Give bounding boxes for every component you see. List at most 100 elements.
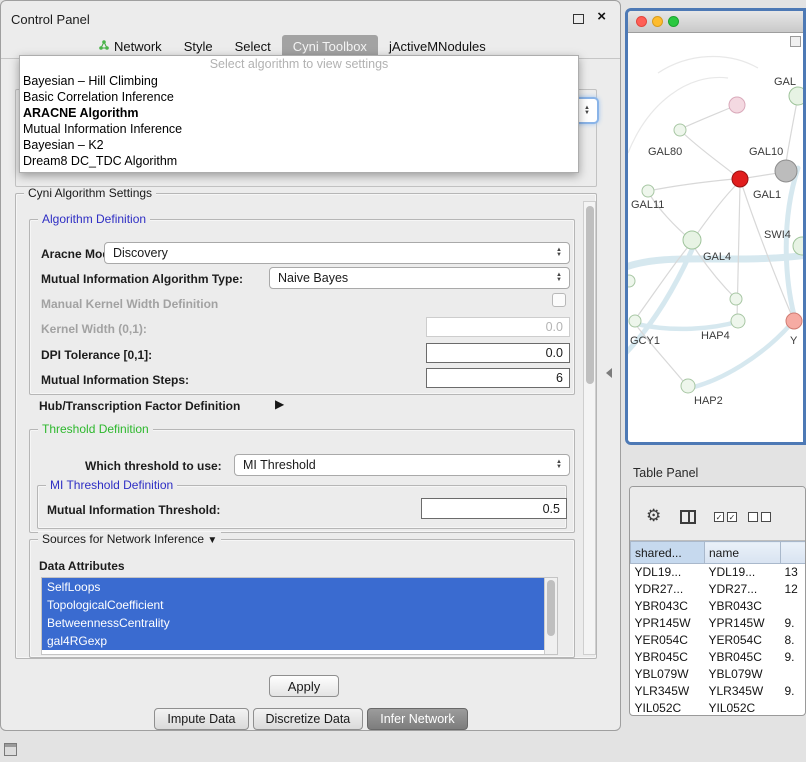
attribute-list-item[interactable]: gal4RGexp xyxy=(42,632,544,650)
aracne-mode-combo[interactable]: Discovery ▲▼ xyxy=(104,242,570,264)
table-cell: YIL052C xyxy=(631,700,705,717)
network-node[interactable] xyxy=(789,87,803,105)
attribute-list-item[interactable]: TopologicalCoefficient xyxy=(42,596,544,614)
table-cell: 9. xyxy=(781,649,806,666)
table-row[interactable]: YIL052CYIL052C xyxy=(631,700,806,717)
table-cell: YDR27... xyxy=(705,581,781,598)
table-body: YDL19...YDL19...13YDR27...YDR27...12YBR0… xyxy=(631,564,806,717)
table-cell: 9. xyxy=(781,683,806,700)
close-icon[interactable]: × xyxy=(597,9,606,25)
network-node[interactable] xyxy=(731,314,745,328)
tab-infer-network[interactable]: Infer Network xyxy=(367,708,467,730)
zoom-traffic-light[interactable] xyxy=(668,16,679,27)
algorithm-popup-item[interactable]: ARACNE Algorithm xyxy=(20,105,578,121)
data-attributes-list[interactable]: SelfLoopsTopologicalCoefficientBetweenne… xyxy=(41,577,558,655)
hub-expand-arrow-icon[interactable]: ▶ xyxy=(275,397,284,411)
splitter-collapse-arrow[interactable] xyxy=(606,368,612,378)
table-cell: YLR345W xyxy=(631,683,705,700)
bottom-tab-bar: Impute Data Discretize Data Infer Networ… xyxy=(1,708,621,730)
network-node[interactable] xyxy=(628,275,635,287)
apply-button[interactable]: Apply xyxy=(269,675,339,697)
network-node[interactable] xyxy=(683,231,701,249)
algorithm-popup-item[interactable]: Basic Correlation Inference xyxy=(20,89,578,105)
table-row[interactable]: YBL079WYBL079W xyxy=(631,666,806,683)
dpi-tolerance-field[interactable]: 0.0 xyxy=(426,343,570,363)
table-row[interactable]: YBR043CYBR043C xyxy=(631,598,806,615)
network-node[interactable] xyxy=(729,97,745,113)
network-node[interactable] xyxy=(681,379,695,393)
table-cell: YER054C xyxy=(705,632,781,649)
window-title: Control Panel xyxy=(11,12,90,27)
network-node[interactable] xyxy=(732,171,748,187)
network-canvas[interactable]: GALGAL80GAL10GAL11GAL1SWI4GAL4GCY1HAP4YH… xyxy=(628,33,803,442)
close-traffic-light[interactable] xyxy=(636,16,647,27)
tab-impute-data[interactable]: Impute Data xyxy=(154,708,248,730)
mi-steps-label: Mutual Information Steps: xyxy=(41,373,189,387)
column-header-shared-name[interactable]: shared... xyxy=(631,542,705,564)
float-window-icon[interactable] xyxy=(573,14,584,24)
network-node[interactable] xyxy=(642,185,654,197)
table-cell: YDL19... xyxy=(631,564,705,581)
network-node[interactable] xyxy=(793,237,803,255)
table-panel-toolbar: ⚙ ✓✓ xyxy=(630,487,805,541)
network-node-label: GAL11 xyxy=(631,199,664,211)
algorithm-popup-item[interactable]: Dream8 DC_TDC Algorithm xyxy=(20,153,578,169)
table-cell: YBL079W xyxy=(631,666,705,683)
attributes-list-scrollbar-thumb[interactable] xyxy=(547,580,555,636)
column-selector-icon[interactable] xyxy=(680,510,696,524)
algorithm-popup-item[interactable]: Mutual Information Inference xyxy=(20,121,578,137)
network-node-label: GAL xyxy=(774,76,796,88)
network-node[interactable] xyxy=(730,293,742,305)
table-row[interactable]: YER054CYER054C8. xyxy=(631,632,806,649)
attribute-list-item[interactable]: BetweennessCentrality xyxy=(42,614,544,632)
tab-label: Network xyxy=(114,39,162,54)
attribute-list-item[interactable]: SelfLoops xyxy=(42,578,544,596)
attributes-list-scrollbar[interactable] xyxy=(544,578,557,654)
network-window-titlebar[interactable] xyxy=(628,11,803,33)
canvas-corner-widget[interactable] xyxy=(790,36,801,47)
network-node-label: GAL1 xyxy=(753,189,781,201)
group-title: Threshold Definition xyxy=(38,422,153,436)
select-all-rows-icon[interactable]: ✓✓ xyxy=(714,512,737,522)
data-attributes-label: Data Attributes xyxy=(39,559,125,573)
table-cell: YBR043C xyxy=(631,598,705,615)
network-node-label: GCY1 xyxy=(630,335,660,347)
minimize-traffic-light[interactable] xyxy=(652,16,663,27)
which-threshold-combo[interactable]: MI Threshold ▲▼ xyxy=(234,454,570,476)
kernel-width-field[interactable]: 0.0 xyxy=(426,317,570,337)
table-cell xyxy=(781,666,806,683)
network-node[interactable] xyxy=(786,313,802,329)
sources-collapse-arrow-icon[interactable]: ▼ xyxy=(207,535,217,546)
column-header-extra[interactable] xyxy=(781,542,806,564)
group-title: Cyni Algorithm Settings xyxy=(24,186,156,200)
column-header-name[interactable]: name xyxy=(705,542,781,564)
algorithm-popup-item[interactable]: Bayesian – Hill Climbing xyxy=(20,73,578,89)
algorithm-popup-item[interactable]: Bayesian – K2 xyxy=(20,137,578,153)
table-row[interactable]: YPR145WYPR145W9. xyxy=(631,615,806,632)
table-panel-window: ⚙ ✓✓ shared... name YDL19...YDL19...13YD… xyxy=(629,486,806,716)
network-node[interactable] xyxy=(775,160,797,182)
table-row[interactable]: YDR27...YDR27...12 xyxy=(631,581,806,598)
gear-icon[interactable]: ⚙ xyxy=(646,507,661,525)
mi-type-combo[interactable]: Naive Bayes ▲▼ xyxy=(269,267,570,289)
table-cell: YBR045C xyxy=(705,649,781,666)
manual-kernel-checkbox[interactable] xyxy=(552,293,566,307)
tab-discretize-data[interactable]: Discretize Data xyxy=(253,708,364,730)
settings-scrollbar-thumb[interactable] xyxy=(586,206,594,384)
table-row[interactable]: YDL19...YDL19...13 xyxy=(631,564,806,581)
mi-type-label: Mutual Information Algorithm Type: xyxy=(41,272,243,286)
table-cell: YBL079W xyxy=(705,666,781,683)
network-node-label: HAP4 xyxy=(701,330,730,342)
hub-section-label: Hub/Transcription Factor Definition xyxy=(39,399,240,413)
table-cell: YBR043C xyxy=(705,598,781,615)
table-row[interactable]: YLR345WYLR345W9. xyxy=(631,683,806,700)
deselect-all-rows-icon[interactable] xyxy=(748,512,771,522)
network-node[interactable] xyxy=(629,315,641,327)
mi-steps-field[interactable]: 6 xyxy=(426,368,570,388)
mi-threshold-field[interactable]: 0.5 xyxy=(421,498,567,519)
docked-panel-icon[interactable] xyxy=(4,743,17,756)
table-row[interactable]: YBR045CYBR045C9. xyxy=(631,649,806,666)
settings-scrollbar[interactable] xyxy=(583,201,596,655)
network-node[interactable] xyxy=(674,124,686,136)
control-panel-window: Control Panel × Network Style Select Cyn… xyxy=(0,0,621,731)
